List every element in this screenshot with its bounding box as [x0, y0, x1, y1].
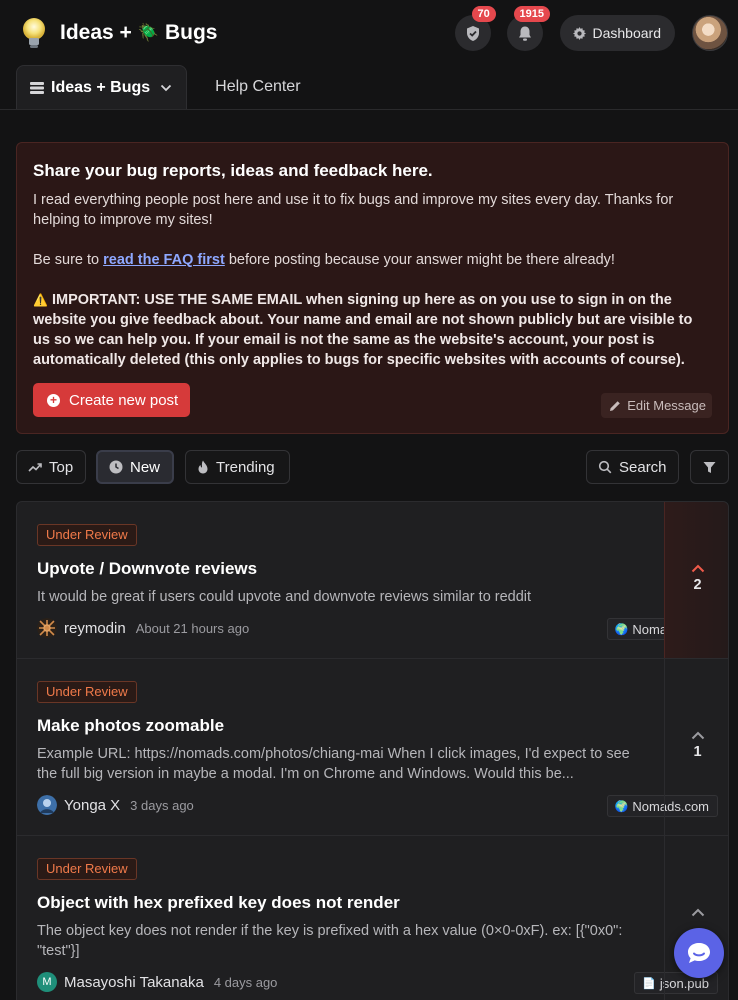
- stack-icon: [30, 81, 44, 94]
- post-meta: Yonga X 3 days ago: [37, 795, 194, 815]
- flame-icon: [198, 460, 208, 474]
- notification-count-badge: 1915: [513, 6, 550, 22]
- post-title[interactable]: Upvote / Downvote reviews: [37, 559, 644, 579]
- post-title[interactable]: Object with hex prefixed key does not re…: [37, 893, 644, 913]
- announcement-title: Share your bug reports, ideas and feedba…: [33, 161, 433, 180]
- author-name[interactable]: reymodin: [64, 620, 126, 637]
- sort-filter-bar: Top New Trending Search: [16, 450, 729, 484]
- chat-bubble-icon: [688, 943, 710, 963]
- dashboard-button[interactable]: Dashboard: [559, 15, 675, 51]
- announcement-faq-line: Be sure to read the FAQ first before pos…: [33, 250, 712, 270]
- vote-box: 2: [664, 502, 728, 658]
- shield-check-icon: [466, 25, 479, 41]
- post-description: Example URL: https://nomads.com/photos/c…: [37, 746, 630, 782]
- edit-message-button[interactable]: Edit Message: [601, 393, 712, 418]
- post-title[interactable]: Make photos zoomable: [37, 716, 644, 736]
- document-icon: 📄: [642, 977, 656, 990]
- filter-button[interactable]: [690, 450, 729, 484]
- search-icon: [598, 460, 612, 474]
- upvote-arrow-icon[interactable]: [691, 731, 705, 740]
- faq-text-after: before posting because your answer might…: [224, 252, 615, 268]
- announcement-card: Share your bug reports, ideas and feedba…: [16, 142, 729, 434]
- author-avatar[interactable]: [37, 795, 57, 815]
- brand-text-right: Bugs: [164, 21, 218, 44]
- sort-top-button[interactable]: Top: [16, 450, 86, 484]
- globe-icon: 🌍: [614, 623, 629, 636]
- gear-icon: [572, 26, 586, 40]
- vote-count: 1: [693, 744, 702, 760]
- faq-text-before: Be sure to: [33, 252, 104, 268]
- top-actions: 70 1915 Dashboard: [454, 6, 728, 51]
- status-badge: Under Review: [37, 681, 137, 703]
- moderation-count-badge: 70: [471, 6, 496, 22]
- funnel-icon: [703, 461, 716, 473]
- author-avatar[interactable]: [37, 618, 57, 638]
- important-text: IMPORTANT: USE THE SAME EMAIL when signi…: [33, 292, 693, 368]
- warning-icon: ⚠️: [33, 293, 48, 307]
- create-post-button[interactable]: + Create new post: [33, 383, 191, 417]
- tab-label: Ideas + Bugs: [51, 78, 151, 96]
- author-name[interactable]: Yonga X: [64, 797, 120, 814]
- post-description: The object key does not render if the ke…: [37, 923, 623, 959]
- faq-link[interactable]: read the FAQ first: [103, 252, 225, 268]
- upvote-arrow-icon[interactable]: [691, 564, 705, 573]
- user-avatar[interactable]: [692, 15, 728, 51]
- important-notice: ⚠️ IMPORTANT: USE THE SAME EMAIL when si…: [33, 290, 712, 370]
- post-time: About 21 hours ago: [135, 620, 250, 636]
- post-time: 3 days ago: [130, 797, 194, 813]
- author-name[interactable]: Masayoshi Takanaka: [64, 974, 204, 991]
- chevron-down-icon: [161, 84, 172, 91]
- chat-launcher-button[interactable]: [674, 928, 724, 978]
- post-item[interactable]: Under Review Make photos zoomable Exampl…: [17, 659, 728, 836]
- author-initial: M: [42, 976, 52, 988]
- post-time: 4 days ago: [213, 974, 278, 990]
- trending-up-icon: [28, 463, 42, 472]
- sort-trending-label: Trending: [216, 458, 275, 476]
- sort-new-label: New: [130, 458, 161, 476]
- nav-tabs: Ideas + Bugs Help Center: [0, 65, 738, 110]
- moderation-button[interactable]: 70: [454, 6, 496, 51]
- post-list: Under Review Upvote / Downvote reviews I…: [16, 501, 729, 1000]
- tab-label: Help Center: [215, 78, 301, 95]
- vote-box: 1: [664, 659, 728, 835]
- clock-icon: [109, 460, 123, 474]
- search-button[interactable]: Search: [586, 450, 679, 484]
- notifications-button[interactable]: 1915: [506, 6, 550, 51]
- dashboard-label: Dashboard: [592, 25, 662, 41]
- sort-new-button[interactable]: New: [96, 450, 174, 484]
- post-item[interactable]: Under Review Upvote / Downvote reviews I…: [17, 502, 728, 659]
- post-meta: M Masayoshi Takanaka 4 days ago: [37, 972, 277, 992]
- bug-emoji-icon: 🪲: [137, 23, 159, 42]
- upvote-arrow-icon[interactable]: [691, 908, 705, 917]
- status-badge: Under Review: [37, 524, 137, 546]
- post-meta: reymodin About 21 hours ago: [37, 618, 249, 638]
- pencil-icon: [610, 400, 621, 411]
- lightbulb-logo-icon[interactable]: [16, 15, 52, 51]
- globe-icon: 🌍: [614, 800, 629, 813]
- search-label: Search: [619, 458, 667, 476]
- announcement-intro: I read everything people post here and u…: [33, 192, 674, 228]
- brand-text-left: Ideas +: [60, 21, 132, 44]
- tab-ideas-bugs[interactable]: Ideas + Bugs: [16, 65, 188, 109]
- edit-message-label: Edit Message: [627, 398, 706, 413]
- post-description: It would be great if users could upvote …: [37, 589, 532, 605]
- post-item[interactable]: Under Review Object with hex prefixed ke…: [17, 836, 728, 1000]
- bell-icon: [518, 26, 531, 41]
- author-avatar[interactable]: M: [37, 972, 57, 992]
- sort-top-label: Top: [49, 458, 74, 476]
- plus-circle-icon: +: [47, 393, 60, 407]
- brand-title[interactable]: Ideas + 🪲 Bugs: [60, 21, 217, 45]
- create-post-label: Create new post: [69, 391, 179, 409]
- tab-help-center[interactable]: Help Center: [187, 65, 314, 109]
- status-badge: Under Review: [37, 858, 137, 880]
- vote-count: 2: [693, 577, 702, 593]
- sort-trending-button[interactable]: Trending: [185, 450, 290, 484]
- top-bar: Ideas + 🪲 Bugs 70 1915 Dashboard: [0, 0, 738, 66]
